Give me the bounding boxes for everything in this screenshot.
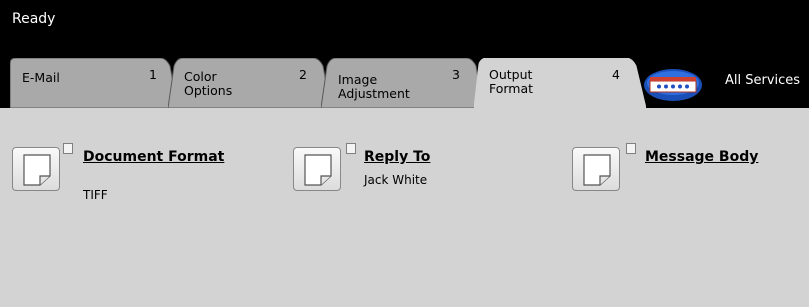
tab-label: E-Mail — [22, 70, 60, 85]
tab-image-adjustment[interactable]: Image Adjustment 3 — [321, 58, 483, 108]
document-icon — [23, 154, 51, 186]
tab-output-format[interactable]: Output Format 4 — [474, 58, 646, 108]
tab-color-options[interactable]: Color Options 2 — [168, 58, 331, 108]
status-text: Ready — [12, 11, 56, 27]
all-services-icon[interactable] — [643, 68, 703, 102]
output-format-panel: Document Format TIFF Reply To Jack White… — [0, 108, 809, 307]
reply-to-checkbox[interactable] — [346, 143, 356, 154]
document-format-checkbox[interactable] — [63, 143, 73, 154]
reply-to-button[interactable] — [293, 147, 341, 191]
status-bar: Ready — [0, 0, 809, 58]
tab-number: 2 — [299, 67, 307, 82]
document-format-button[interactable] — [12, 147, 60, 191]
reply-to-title[interactable]: Reply To — [364, 149, 430, 165]
all-services-label[interactable]: All Services — [725, 73, 800, 88]
document-icon — [583, 154, 611, 186]
message-body-option[interactable]: Message Body — [572, 143, 802, 213]
tab-number: 3 — [452, 67, 460, 82]
document-format-option[interactable]: Document Format TIFF — [12, 143, 272, 213]
message-body-checkbox[interactable] — [626, 143, 636, 154]
tab-number: 4 — [612, 67, 620, 82]
message-body-button[interactable] — [572, 147, 620, 191]
message-body-title[interactable]: Message Body — [645, 149, 758, 165]
tab-e-mail[interactable]: E-Mail 1 — [10, 58, 178, 108]
document-icon — [304, 154, 332, 186]
tab-number: 1 — [149, 67, 157, 82]
document-format-value: TIFF — [83, 188, 108, 202]
tab-label: Color Options — [184, 69, 233, 98]
tab-label: Output Format — [489, 67, 534, 96]
reply-to-option[interactable]: Reply To Jack White — [293, 143, 553, 213]
document-format-title[interactable]: Document Format — [83, 149, 224, 165]
tab-label: Image Adjustment — [338, 72, 410, 101]
reply-to-value: Jack White — [364, 173, 428, 187]
